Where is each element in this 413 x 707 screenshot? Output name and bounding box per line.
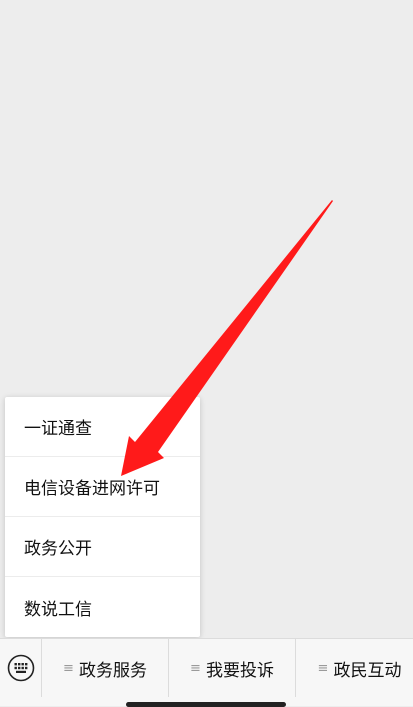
menu-item-yizhengtongcha[interactable]: 一证通查 [5, 397, 200, 457]
tab-label: 我要投诉 [205, 660, 274, 681]
menu-item-telecom-equipment-license[interactable]: 电信设备进网许可 [5, 457, 200, 517]
keyboard-icon [7, 654, 34, 682]
home-indicator [126, 702, 286, 707]
menu-lines-icon: ≡ [63, 660, 74, 676]
popup-menu: 一证通查 电信设备进网许可 政务公开 数说工信 [5, 397, 200, 637]
tab-label: 政民互动 [333, 660, 402, 681]
tab-complaint[interactable]: ≡ 我要投诉 [169, 639, 296, 697]
bottom-menu-bar: ≡ 政务服务 ≡ 我要投诉 ≡ 政民互动 [0, 638, 413, 706]
tab-government-services[interactable]: ≡ 政务服务 [42, 639, 169, 697]
menu-item-data-talk-miit[interactable]: 数说工信 [5, 577, 200, 637]
keyboard-toggle-button[interactable] [0, 639, 42, 697]
tab-label: 政务服务 [78, 660, 147, 681]
menu-lines-icon: ≡ [190, 660, 201, 676]
tab-public-interaction[interactable]: ≡ 政民互动 [296, 639, 413, 697]
menu-lines-icon: ≡ [317, 660, 329, 676]
menu-item-government-affairs-public[interactable]: 政务公开 [5, 517, 200, 577]
